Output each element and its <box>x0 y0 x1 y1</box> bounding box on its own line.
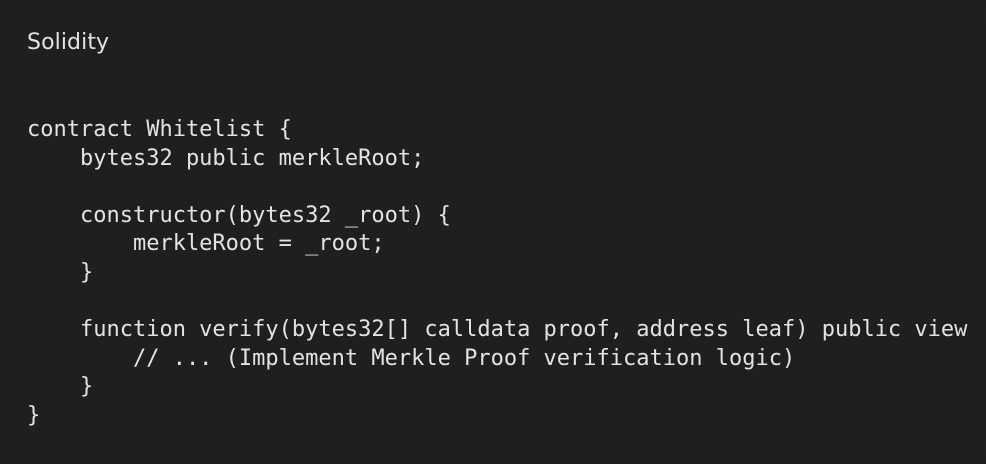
code-language-label: Solidity <box>27 30 110 55</box>
code-line: constructor(bytes32 _root) { <box>27 202 451 228</box>
code-line: bytes32 public merkleRoot; <box>27 145 425 171</box>
code-line: // ... (Implement Merkle Proof verificat… <box>27 345 796 371</box>
code-line: merkleRoot = _root; <box>27 231 385 257</box>
code-line: } <box>27 402 41 428</box>
code-content[interactable]: contract Whitelist { bytes32 public merk… <box>27 116 967 431</box>
code-block-card: Solidity contract Whitelist { bytes32 pu… <box>0 0 986 464</box>
code-line: } <box>27 374 94 400</box>
code-line: } <box>27 259 94 285</box>
code-line: contract Whitelist { <box>27 117 292 142</box>
code-line: function verify(bytes32[] calldata proof… <box>27 317 968 343</box>
